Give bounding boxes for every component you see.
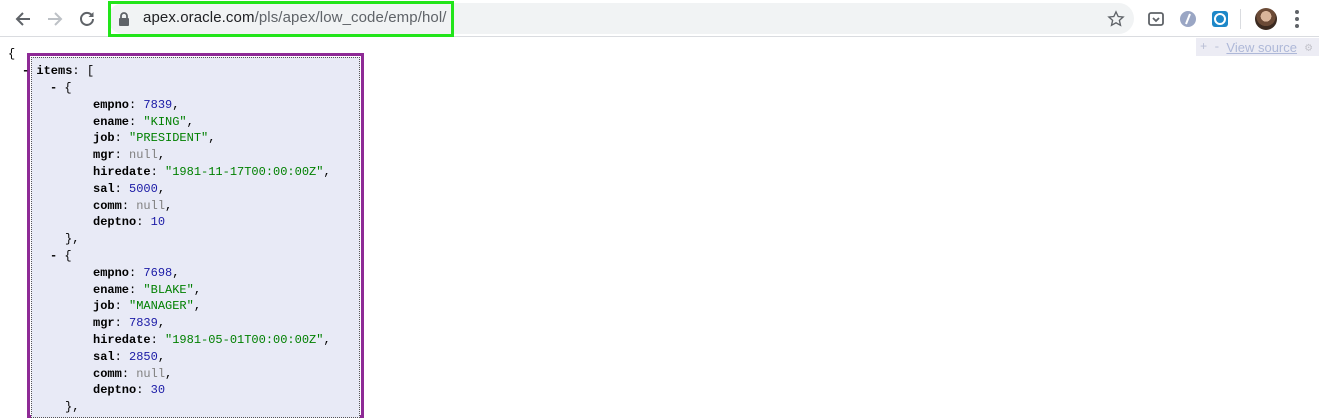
field-key: empno [93, 265, 130, 280]
reload-button[interactable] [76, 8, 98, 30]
field-value: "1981-05-01T00:00:00Z" [165, 333, 324, 347]
field-line: job: "MANAGER", [93, 299, 202, 314]
field-line: job: "PRESIDENT", [93, 131, 216, 146]
json-viewer-controls: + - View source ⚙ [1196, 38, 1319, 56]
profile-avatar[interactable] [1255, 8, 1277, 30]
field-line: mgr: null, [93, 148, 166, 163]
field-value: "BLAKE" [143, 282, 194, 297]
field-value: 2850 [129, 349, 158, 364]
field-key: mgr [93, 316, 115, 331]
record-collapse-toggle[interactable]: - [50, 81, 57, 95]
field-key: comm [93, 366, 122, 381]
field-key: comm [93, 198, 122, 213]
field-key: job [93, 299, 115, 314]
field-key: sal [93, 349, 115, 364]
items-line: - items: [ [22, 64, 95, 78]
field-value: "KING" [143, 114, 187, 129]
collapse-all-button[interactable]: - [1213, 40, 1220, 54]
record-close-brace: }, [65, 232, 80, 247]
field-key: ename [93, 114, 130, 129]
field-line: hiredate: "1981-11-17T00:00:00Z", [93, 165, 331, 179]
items-key: items [36, 64, 73, 78]
field-value: "1981-11-17T00:00:00Z" [165, 165, 324, 179]
field-value: null [136, 198, 166, 213]
field-key: hiredate [93, 165, 151, 179]
field-line: sal: 5000, [93, 181, 166, 196]
field-value: 30 [150, 383, 166, 398]
field-key: ename [93, 282, 130, 297]
field-line: deptno: 30 [93, 383, 166, 398]
field-key: deptno [93, 215, 137, 230]
back-button[interactable] [12, 8, 34, 30]
record-open-brace: { [64, 249, 72, 263]
items-array-panel [31, 57, 360, 418]
field-value: 7839 [143, 97, 173, 112]
root-open-brace: { [8, 47, 16, 61]
field-line: sal: 2850, [93, 349, 166, 364]
pocket-extension-icon[interactable] [1146, 9, 1166, 29]
record-collapse-toggle[interactable]: - [50, 249, 57, 263]
view-source-link[interactable]: View source [1226, 40, 1297, 55]
field-line: empno: 7698, [93, 265, 180, 280]
record-open-line: - { [50, 80, 72, 97]
record-close-brace: }, [65, 400, 80, 415]
extension-blue-icon[interactable] [1178, 9, 1198, 29]
field-key: empno [93, 97, 130, 112]
toolbar-divider [1240, 9, 1241, 29]
field-value: 7839 [129, 316, 158, 331]
field-line: mgr: 7839, [93, 316, 166, 331]
record-open-brace: { [64, 81, 72, 95]
record-close-line: }, [65, 399, 79, 416]
field-value: null [136, 366, 166, 381]
field-key: job [93, 131, 115, 146]
field-key: hiredate [93, 333, 151, 347]
field-line: deptno: 10 [93, 215, 166, 230]
field-value: 10 [150, 215, 166, 230]
field-key: mgr [93, 148, 115, 163]
record-open-line: - { [50, 248, 72, 265]
field-line: comm: null, [93, 198, 173, 213]
field-value: 5000 [129, 181, 158, 196]
field-line: comm: null, [93, 366, 173, 381]
browser-menu-icon[interactable] [1288, 9, 1306, 29]
field-key: deptno [93, 383, 137, 398]
field-line: ename: "KING", [93, 114, 194, 129]
field-value: 7698 [143, 265, 173, 280]
field-value: null [129, 148, 158, 163]
field-line: empno: 7839, [93, 97, 180, 112]
expand-all-button[interactable]: + [1200, 40, 1207, 54]
items-collapse-toggle[interactable]: - [22, 64, 29, 78]
forward-button[interactable] [44, 8, 66, 30]
back-arrow-icon [15, 12, 30, 26]
forward-arrow-icon [48, 12, 63, 26]
field-value: "MANAGER" [129, 299, 194, 314]
gear-icon[interactable]: ⚙ [1305, 40, 1312, 55]
items-open-bracket: [ [86, 64, 95, 78]
bookmark-star-icon[interactable] [1106, 9, 1126, 29]
field-line: ename: "BLAKE", [93, 282, 202, 297]
extension-cyan-icon[interactable] [1210, 9, 1230, 29]
reload-icon [80, 11, 94, 26]
record-close-line: }, [65, 231, 79, 248]
url-highlight-box [108, 1, 454, 37]
field-line: hiredate: "1981-05-01T00:00:00Z", [93, 333, 331, 347]
field-key: sal [93, 181, 115, 196]
field-value: "PRESIDENT" [129, 131, 209, 146]
browser-toolbar: apex.oracle.com/pls/apex/low_code/emp/ho… [0, 0, 1319, 37]
